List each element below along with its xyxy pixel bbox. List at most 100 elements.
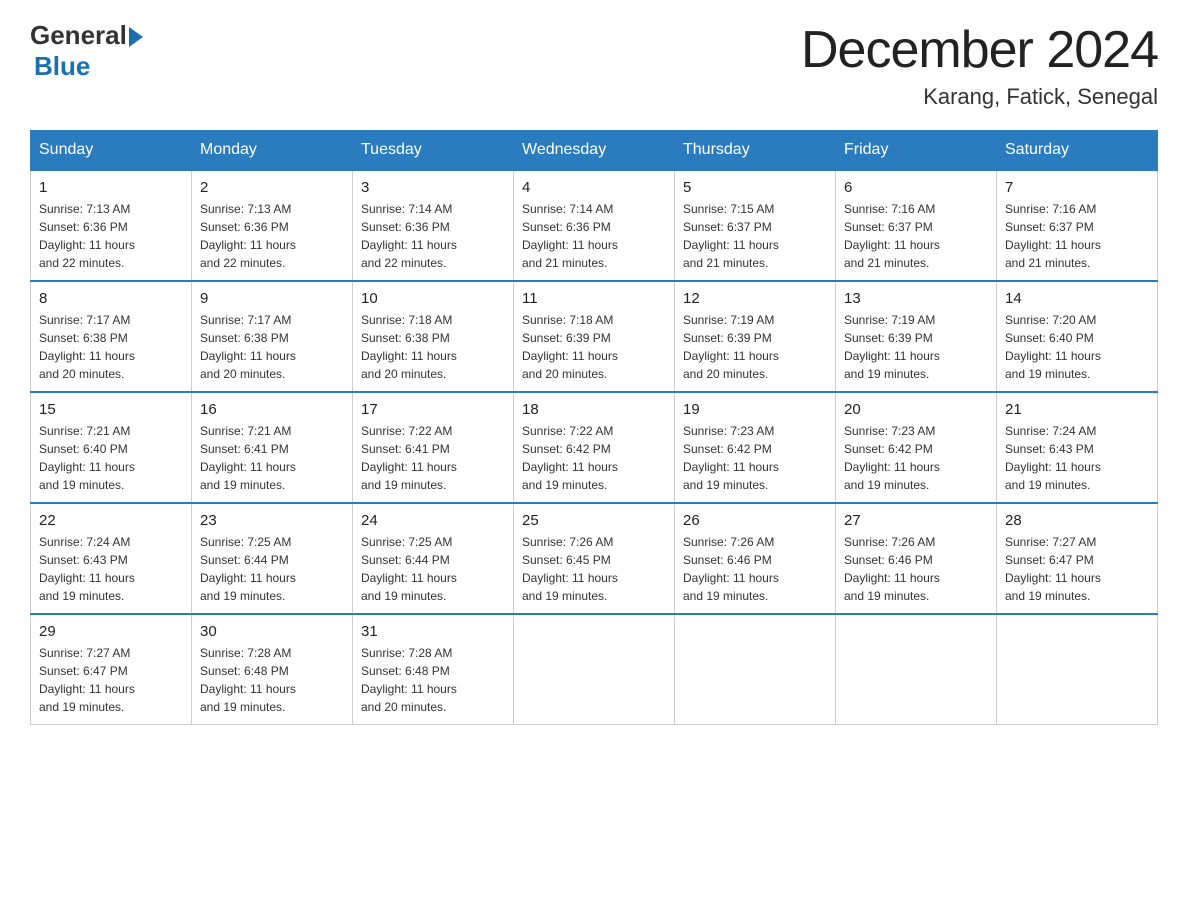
week-row-1: 1 Sunrise: 7:13 AM Sunset: 6:36 PM Dayli…	[31, 170, 1158, 281]
day-number: 11	[522, 290, 666, 307]
day-info: Sunrise: 7:17 AM Sunset: 6:38 PM Dayligh…	[39, 311, 183, 383]
day-number: 14	[1005, 290, 1149, 307]
day-number: 23	[200, 512, 344, 529]
day-number: 6	[844, 179, 988, 196]
day-number: 3	[361, 179, 505, 196]
calendar-cell: 11 Sunrise: 7:18 AM Sunset: 6:39 PM Dayl…	[514, 281, 675, 392]
day-info: Sunrise: 7:26 AM Sunset: 6:46 PM Dayligh…	[844, 533, 988, 605]
calendar-cell: 14 Sunrise: 7:20 AM Sunset: 6:40 PM Dayl…	[997, 281, 1158, 392]
calendar-cell: 7 Sunrise: 7:16 AM Sunset: 6:37 PM Dayli…	[997, 170, 1158, 281]
calendar-cell: 17 Sunrise: 7:22 AM Sunset: 6:41 PM Dayl…	[353, 392, 514, 503]
calendar-cell	[836, 614, 997, 725]
logo-general-text: General	[30, 20, 127, 51]
calendar-cell: 20 Sunrise: 7:23 AM Sunset: 6:42 PM Dayl…	[836, 392, 997, 503]
day-number: 8	[39, 290, 183, 307]
calendar-cell: 1 Sunrise: 7:13 AM Sunset: 6:36 PM Dayli…	[31, 170, 192, 281]
day-number: 20	[844, 401, 988, 418]
day-number: 15	[39, 401, 183, 418]
day-info: Sunrise: 7:14 AM Sunset: 6:36 PM Dayligh…	[522, 200, 666, 272]
day-info: Sunrise: 7:26 AM Sunset: 6:46 PM Dayligh…	[683, 533, 827, 605]
calendar-cell	[514, 614, 675, 725]
day-info: Sunrise: 7:22 AM Sunset: 6:41 PM Dayligh…	[361, 422, 505, 494]
page-header: General Blue December 2024 Karang, Fatic…	[30, 20, 1158, 110]
calendar-cell: 16 Sunrise: 7:21 AM Sunset: 6:41 PM Dayl…	[192, 392, 353, 503]
calendar-title: December 2024	[801, 20, 1158, 80]
logo-arrow-icon	[129, 27, 143, 47]
calendar-cell: 29 Sunrise: 7:27 AM Sunset: 6:47 PM Dayl…	[31, 614, 192, 725]
day-info: Sunrise: 7:19 AM Sunset: 6:39 PM Dayligh…	[683, 311, 827, 383]
day-info: Sunrise: 7:23 AM Sunset: 6:42 PM Dayligh…	[683, 422, 827, 494]
day-info: Sunrise: 7:26 AM Sunset: 6:45 PM Dayligh…	[522, 533, 666, 605]
calendar-cell: 21 Sunrise: 7:24 AM Sunset: 6:43 PM Dayl…	[997, 392, 1158, 503]
calendar-cell: 10 Sunrise: 7:18 AM Sunset: 6:38 PM Dayl…	[353, 281, 514, 392]
day-info: Sunrise: 7:22 AM Sunset: 6:42 PM Dayligh…	[522, 422, 666, 494]
calendar-cell: 3 Sunrise: 7:14 AM Sunset: 6:36 PM Dayli…	[353, 170, 514, 281]
day-info: Sunrise: 7:25 AM Sunset: 6:44 PM Dayligh…	[200, 533, 344, 605]
calendar-cell: 18 Sunrise: 7:22 AM Sunset: 6:42 PM Dayl…	[514, 392, 675, 503]
day-info: Sunrise: 7:16 AM Sunset: 6:37 PM Dayligh…	[844, 200, 988, 272]
header-wednesday: Wednesday	[514, 131, 675, 171]
week-row-2: 8 Sunrise: 7:17 AM Sunset: 6:38 PM Dayli…	[31, 281, 1158, 392]
day-number: 10	[361, 290, 505, 307]
calendar-cell: 15 Sunrise: 7:21 AM Sunset: 6:40 PM Dayl…	[31, 392, 192, 503]
calendar-cell: 9 Sunrise: 7:17 AM Sunset: 6:38 PM Dayli…	[192, 281, 353, 392]
week-row-3: 15 Sunrise: 7:21 AM Sunset: 6:40 PM Dayl…	[31, 392, 1158, 503]
day-info: Sunrise: 7:15 AM Sunset: 6:37 PM Dayligh…	[683, 200, 827, 272]
day-number: 1	[39, 179, 183, 196]
day-info: Sunrise: 7:25 AM Sunset: 6:44 PM Dayligh…	[361, 533, 505, 605]
calendar-cell: 4 Sunrise: 7:14 AM Sunset: 6:36 PM Dayli…	[514, 170, 675, 281]
day-number: 4	[522, 179, 666, 196]
calendar-cell	[675, 614, 836, 725]
day-number: 18	[522, 401, 666, 418]
calendar-cell: 5 Sunrise: 7:15 AM Sunset: 6:37 PM Dayli…	[675, 170, 836, 281]
calendar-cell: 25 Sunrise: 7:26 AM Sunset: 6:45 PM Dayl…	[514, 503, 675, 614]
day-info: Sunrise: 7:27 AM Sunset: 6:47 PM Dayligh…	[39, 644, 183, 716]
calendar-cell	[997, 614, 1158, 725]
day-info: Sunrise: 7:28 AM Sunset: 6:48 PM Dayligh…	[361, 644, 505, 716]
day-info: Sunrise: 7:18 AM Sunset: 6:38 PM Dayligh…	[361, 311, 505, 383]
day-info: Sunrise: 7:18 AM Sunset: 6:39 PM Dayligh…	[522, 311, 666, 383]
week-row-4: 22 Sunrise: 7:24 AM Sunset: 6:43 PM Dayl…	[31, 503, 1158, 614]
day-number: 17	[361, 401, 505, 418]
day-number: 2	[200, 179, 344, 196]
calendar-subtitle: Karang, Fatick, Senegal	[801, 84, 1158, 110]
calendar-cell: 31 Sunrise: 7:28 AM Sunset: 6:48 PM Dayl…	[353, 614, 514, 725]
title-section: December 2024 Karang, Fatick, Senegal	[801, 20, 1158, 110]
calendar-cell: 27 Sunrise: 7:26 AM Sunset: 6:46 PM Dayl…	[836, 503, 997, 614]
day-number: 9	[200, 290, 344, 307]
calendar-cell: 13 Sunrise: 7:19 AM Sunset: 6:39 PM Dayl…	[836, 281, 997, 392]
day-info: Sunrise: 7:20 AM Sunset: 6:40 PM Dayligh…	[1005, 311, 1149, 383]
header-friday: Friday	[836, 131, 997, 171]
day-info: Sunrise: 7:19 AM Sunset: 6:39 PM Dayligh…	[844, 311, 988, 383]
calendar-cell: 23 Sunrise: 7:25 AM Sunset: 6:44 PM Dayl…	[192, 503, 353, 614]
day-info: Sunrise: 7:27 AM Sunset: 6:47 PM Dayligh…	[1005, 533, 1149, 605]
calendar-cell: 28 Sunrise: 7:27 AM Sunset: 6:47 PM Dayl…	[997, 503, 1158, 614]
day-number: 26	[683, 512, 827, 529]
day-number: 19	[683, 401, 827, 418]
day-info: Sunrise: 7:28 AM Sunset: 6:48 PM Dayligh…	[200, 644, 344, 716]
day-info: Sunrise: 7:16 AM Sunset: 6:37 PM Dayligh…	[1005, 200, 1149, 272]
day-info: Sunrise: 7:13 AM Sunset: 6:36 PM Dayligh…	[200, 200, 344, 272]
day-number: 24	[361, 512, 505, 529]
day-info: Sunrise: 7:24 AM Sunset: 6:43 PM Dayligh…	[39, 533, 183, 605]
day-number: 31	[361, 623, 505, 640]
calendar-cell: 2 Sunrise: 7:13 AM Sunset: 6:36 PM Dayli…	[192, 170, 353, 281]
calendar-cell: 6 Sunrise: 7:16 AM Sunset: 6:37 PM Dayli…	[836, 170, 997, 281]
header-monday: Monday	[192, 131, 353, 171]
day-info: Sunrise: 7:17 AM Sunset: 6:38 PM Dayligh…	[200, 311, 344, 383]
logo: General Blue	[30, 20, 143, 82]
day-info: Sunrise: 7:23 AM Sunset: 6:42 PM Dayligh…	[844, 422, 988, 494]
header-saturday: Saturday	[997, 131, 1158, 171]
header-thursday: Thursday	[675, 131, 836, 171]
day-info: Sunrise: 7:14 AM Sunset: 6:36 PM Dayligh…	[361, 200, 505, 272]
day-number: 21	[1005, 401, 1149, 418]
calendar-table: Sunday Monday Tuesday Wednesday Thursday…	[30, 130, 1158, 725]
day-info: Sunrise: 7:21 AM Sunset: 6:41 PM Dayligh…	[200, 422, 344, 494]
day-number: 12	[683, 290, 827, 307]
calendar-cell: 12 Sunrise: 7:19 AM Sunset: 6:39 PM Dayl…	[675, 281, 836, 392]
week-row-5: 29 Sunrise: 7:27 AM Sunset: 6:47 PM Dayl…	[31, 614, 1158, 725]
calendar-cell: 8 Sunrise: 7:17 AM Sunset: 6:38 PM Dayli…	[31, 281, 192, 392]
logo-blue-text: Blue	[34, 51, 90, 81]
calendar-cell: 22 Sunrise: 7:24 AM Sunset: 6:43 PM Dayl…	[31, 503, 192, 614]
calendar-cell: 24 Sunrise: 7:25 AM Sunset: 6:44 PM Dayl…	[353, 503, 514, 614]
